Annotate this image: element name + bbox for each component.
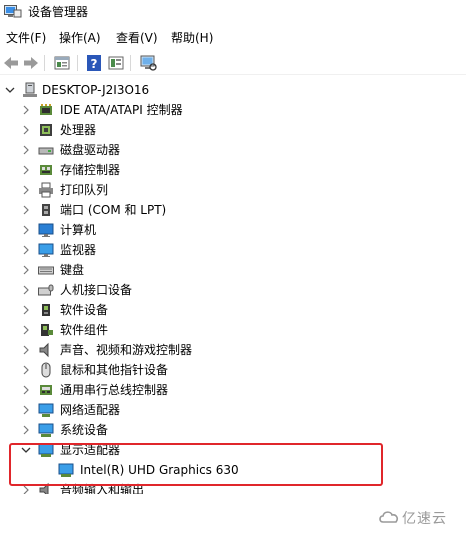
tree-item[interactable]: 鼠标和其他指针设备 bbox=[20, 360, 320, 380]
software-component-icon bbox=[38, 322, 54, 338]
chevron-right-icon[interactable] bbox=[20, 140, 32, 160]
computer-icon bbox=[38, 222, 54, 238]
printer-icon bbox=[38, 182, 54, 198]
tree-item-label: 软件设备 bbox=[60, 303, 109, 317]
chevron-right-icon[interactable] bbox=[20, 200, 32, 220]
chevron-down-icon[interactable] bbox=[4, 80, 16, 100]
tree-item[interactable]: IDE ATA/ATAPI 控制器 bbox=[20, 100, 320, 120]
processor-icon bbox=[38, 122, 54, 138]
forward-arrow-icon[interactable] bbox=[22, 54, 40, 72]
monitor-scan-icon[interactable] bbox=[139, 54, 157, 72]
tree-item-label: 端口 (COM 和 LPT) bbox=[60, 203, 167, 217]
back-arrow-icon[interactable] bbox=[2, 54, 20, 72]
tree-item-label: 声音、视频和游戏控制器 bbox=[60, 343, 193, 357]
menu-help[interactable]: 帮助(H) bbox=[171, 30, 213, 46]
tree-item-label: 存储控制器 bbox=[60, 163, 121, 177]
usb-icon bbox=[38, 382, 54, 398]
chevron-right-icon[interactable] bbox=[20, 360, 32, 380]
tree-root-label: DESKTOP-J2I3O16 bbox=[42, 83, 150, 97]
chevron-right-icon[interactable] bbox=[20, 320, 32, 340]
tree-item[interactable]: 软件设备 bbox=[20, 300, 320, 320]
toolbar-separator bbox=[130, 55, 131, 71]
tree-item-label: 计算机 bbox=[60, 223, 97, 237]
network-adapter-icon bbox=[38, 402, 54, 418]
properties-icon[interactable] bbox=[53, 54, 71, 72]
tree-item-label: 网络适配器 bbox=[60, 403, 121, 417]
storage-controller-icon bbox=[38, 162, 54, 178]
chevron-right-icon[interactable] bbox=[20, 280, 32, 300]
tree-item[interactable]: 端口 (COM 和 LPT) bbox=[20, 200, 320, 220]
tree-item[interactable]: 存储控制器 bbox=[20, 160, 320, 180]
tree-item-label: 打印队列 bbox=[60, 183, 109, 197]
watermark: 亿速云 bbox=[378, 506, 458, 528]
tree-item[interactable]: 系统设备 bbox=[20, 420, 320, 440]
tree-item[interactable]: 声音、视频和游戏控制器 bbox=[20, 340, 320, 360]
device-manager-icon bbox=[4, 4, 22, 18]
help-icon[interactable]: ? bbox=[85, 54, 103, 72]
menu-view[interactable]: 查看(V) bbox=[116, 30, 158, 46]
tree-item[interactable]: 键盘 bbox=[20, 260, 320, 280]
tree-item[interactable]: 软件组件 bbox=[20, 320, 320, 340]
ide-controller-icon bbox=[38, 102, 54, 118]
chevron-right-icon[interactable] bbox=[20, 100, 32, 120]
system-device-icon bbox=[38, 422, 54, 438]
tree-item[interactable]: 人机接口设备 bbox=[20, 280, 320, 300]
title-bar: 设备管理器 bbox=[0, 0, 466, 24]
chevron-right-icon[interactable] bbox=[20, 220, 32, 240]
svg-text:?: ? bbox=[91, 57, 98, 71]
tree-item[interactable]: 监视器 bbox=[20, 240, 320, 260]
tree-item-label: 系统设备 bbox=[60, 423, 109, 437]
tree-root[interactable]: DESKTOP-J2I3O16 bbox=[4, 80, 204, 100]
tree-item[interactable]: 通用串行总线控制器 bbox=[20, 380, 320, 400]
chevron-right-icon[interactable] bbox=[20, 300, 32, 320]
tree-item-label: 人机接口设备 bbox=[60, 283, 133, 297]
tree-item-label: 处理器 bbox=[60, 123, 97, 137]
tree-item[interactable]: 磁盘驱动器 bbox=[20, 140, 320, 160]
grid-view-icon[interactable] bbox=[107, 54, 125, 72]
chevron-right-icon[interactable] bbox=[20, 340, 32, 360]
keyboard-icon bbox=[38, 262, 54, 278]
tree-item-label: 鼠标和其他指针设备 bbox=[60, 363, 169, 377]
tree-item[interactable]: 打印队列 bbox=[20, 180, 320, 200]
monitor-icon bbox=[38, 242, 54, 258]
menu-bar: 文件(F) 操作(A) 查看(V) 帮助(H) bbox=[0, 28, 466, 48]
chevron-right-icon[interactable] bbox=[20, 120, 32, 140]
menu-action[interactable]: 操作(A) bbox=[59, 30, 101, 46]
chevron-right-icon[interactable] bbox=[20, 380, 32, 400]
tree-item[interactable]: 计算机 bbox=[20, 220, 320, 240]
tree-item-label: 通用串行总线控制器 bbox=[60, 383, 169, 397]
menu-file[interactable]: 文件(F) bbox=[6, 30, 46, 46]
window-title: 设备管理器 bbox=[28, 5, 89, 19]
cloud-logo-icon bbox=[378, 508, 400, 526]
tree-item-label: 磁盘驱动器 bbox=[60, 143, 121, 157]
highlight-box bbox=[9, 443, 383, 486]
chevron-right-icon[interactable] bbox=[20, 180, 32, 200]
toolbar-separator bbox=[77, 55, 78, 71]
chevron-right-icon[interactable] bbox=[20, 160, 32, 180]
chevron-right-icon[interactable] bbox=[20, 240, 32, 260]
tree-item-label: 软件组件 bbox=[60, 323, 109, 337]
tree-item-label: 键盘 bbox=[60, 263, 85, 277]
chevron-right-icon[interactable] bbox=[20, 420, 32, 440]
speaker-icon bbox=[38, 342, 54, 358]
computer-root-icon bbox=[22, 82, 38, 98]
tree-item-label: 监视器 bbox=[60, 243, 97, 257]
software-device-icon bbox=[38, 302, 54, 318]
mouse-icon bbox=[38, 362, 54, 378]
tree-item[interactable]: 处理器 bbox=[20, 120, 320, 140]
port-icon bbox=[38, 202, 54, 218]
watermark-text: 亿速云 bbox=[402, 511, 447, 527]
toolbar-separator bbox=[44, 55, 45, 71]
tree-item-label: IDE ATA/ATAPI 控制器 bbox=[60, 103, 183, 117]
hid-icon bbox=[38, 282, 54, 298]
tree-item[interactable]: 网络适配器 bbox=[20, 400, 320, 420]
disk-drive-icon bbox=[38, 142, 54, 158]
chevron-right-icon[interactable] bbox=[20, 400, 32, 420]
toolbar: ? bbox=[0, 52, 466, 75]
chevron-right-icon[interactable] bbox=[20, 260, 32, 280]
